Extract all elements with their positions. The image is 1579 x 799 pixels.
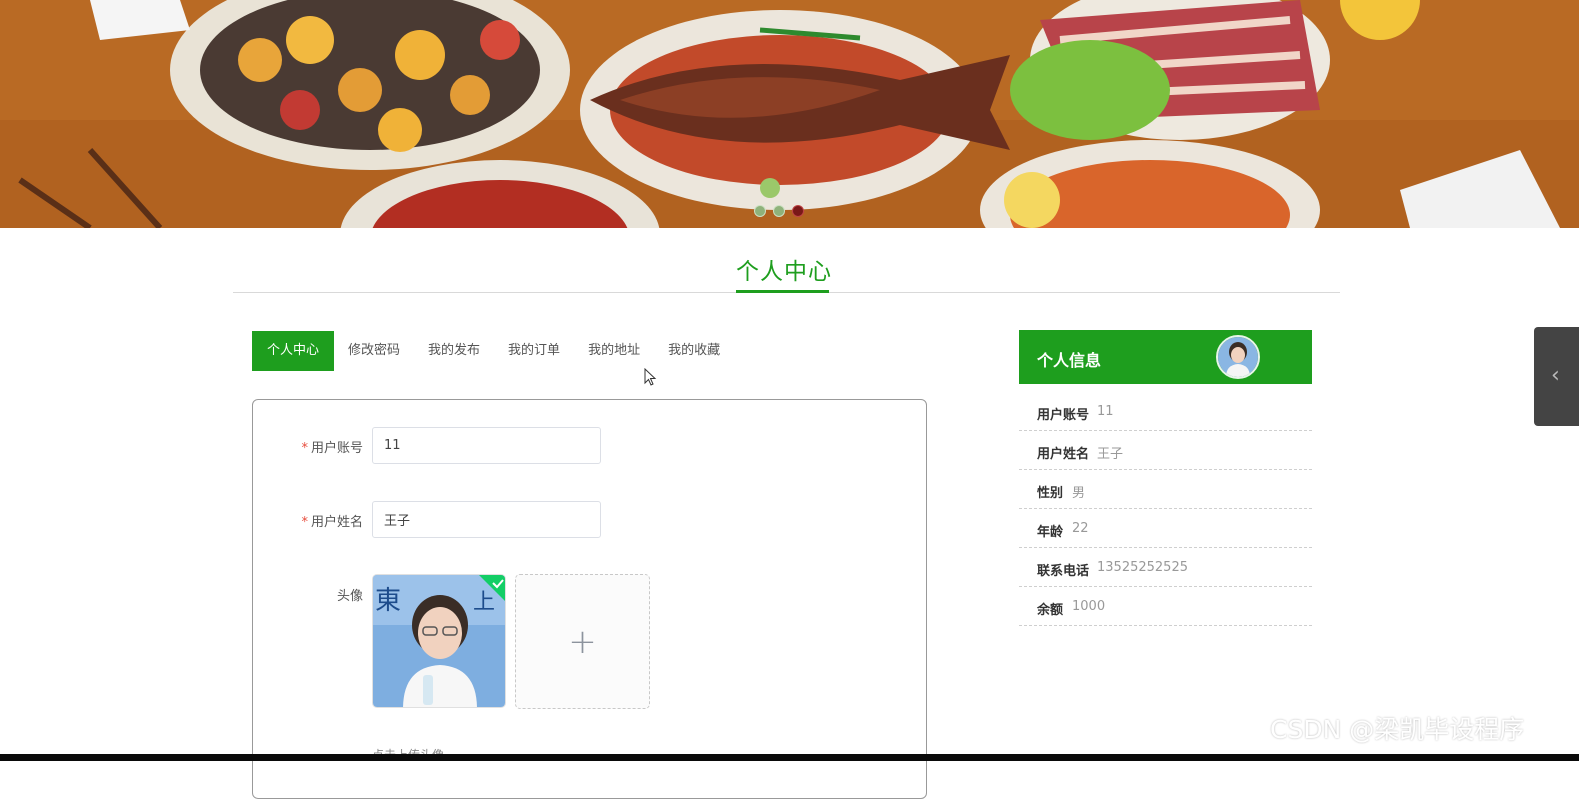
profile-form: *用户账号 *用户姓名 头像 東 上 + 点击上传头像 [252, 399, 927, 799]
carousel-dot[interactable] [754, 205, 766, 217]
account-label: * 用户账号 [301, 441, 363, 456]
mouse-cursor-icon [644, 368, 657, 386]
tab-my-orders[interactable]: 我的订单 [494, 331, 574, 371]
info-value: 1000 [1072, 599, 1106, 614]
info-value: 13525252525 [1097, 560, 1188, 575]
name-label: * 用户姓名 [301, 515, 363, 530]
info-value: 王子 [1097, 447, 1124, 462]
info-key: 年龄 [1037, 525, 1064, 540]
chevron-left-icon: ‹ [1551, 363, 1560, 388]
info-header: 个人信息 [1019, 330, 1312, 384]
info-key: 余额 [1037, 603, 1064, 618]
svg-text:東: 東 [375, 586, 401, 616]
info-row: 性别 男 [1019, 471, 1312, 509]
avatar-label: 头像 [336, 589, 363, 604]
info-row: 联系电话 13525252525 [1019, 549, 1312, 587]
info-title: 个人信息 [1037, 351, 1102, 370]
info-row: 年龄 22 [1019, 510, 1312, 548]
info-value: 11 [1097, 404, 1114, 419]
tab-my-address[interactable]: 我的地址 [574, 331, 654, 371]
info-value: 男 [1072, 486, 1086, 501]
info-row: 余额 1000 [1019, 588, 1312, 626]
banner-image [0, 0, 1579, 228]
tab-my-posts[interactable]: 我的发布 [414, 331, 494, 371]
title-underline [736, 290, 829, 293]
avatar-image [1218, 337, 1258, 377]
avatar [1216, 335, 1260, 379]
tab-personal-center[interactable]: 个人中心 [252, 331, 335, 371]
upload-success-icon [479, 575, 505, 601]
required-mark: * [301, 441, 308, 456]
info-row: 用户账号 11 [1019, 393, 1312, 431]
page-title: 个人中心 [736, 259, 832, 285]
required-mark: * [301, 515, 308, 530]
info-value: 22 [1072, 521, 1089, 536]
avatar-preview[interactable]: 東 上 [372, 574, 506, 708]
upload-avatar-button[interactable]: + [515, 574, 650, 709]
info-key: 联系电话 [1037, 564, 1090, 579]
bottom-bar [0, 754, 1579, 761]
profile-tabs: 个人中心 修改密码 我的发布 我的订单 我的地址 我的收藏 [252, 331, 734, 371]
info-row: 用户姓名 王子 [1019, 432, 1312, 470]
carousel-dot[interactable] [773, 205, 785, 217]
side-toggle-button[interactable]: ‹ [1534, 327, 1579, 426]
info-key: 用户账号 [1037, 408, 1090, 423]
plus-icon: + [568, 621, 597, 662]
banner-carousel[interactable] [0, 0, 1579, 228]
info-key: 用户姓名 [1037, 447, 1090, 462]
info-list: 用户账号 11 用户姓名 王子 性别 男 年龄 22 联系电话 13525252… [1019, 393, 1312, 627]
carousel-dot-active[interactable] [792, 205, 804, 217]
info-key: 性别 [1037, 486, 1064, 501]
carousel-dots [754, 205, 804, 217]
tab-change-password[interactable]: 修改密码 [334, 331, 414, 371]
name-input[interactable] [372, 501, 601, 538]
watermark: CSDN @梁凯毕设程序 [1270, 715, 1525, 744]
tab-my-favorites[interactable]: 我的收藏 [654, 331, 734, 371]
account-input[interactable] [372, 427, 601, 464]
